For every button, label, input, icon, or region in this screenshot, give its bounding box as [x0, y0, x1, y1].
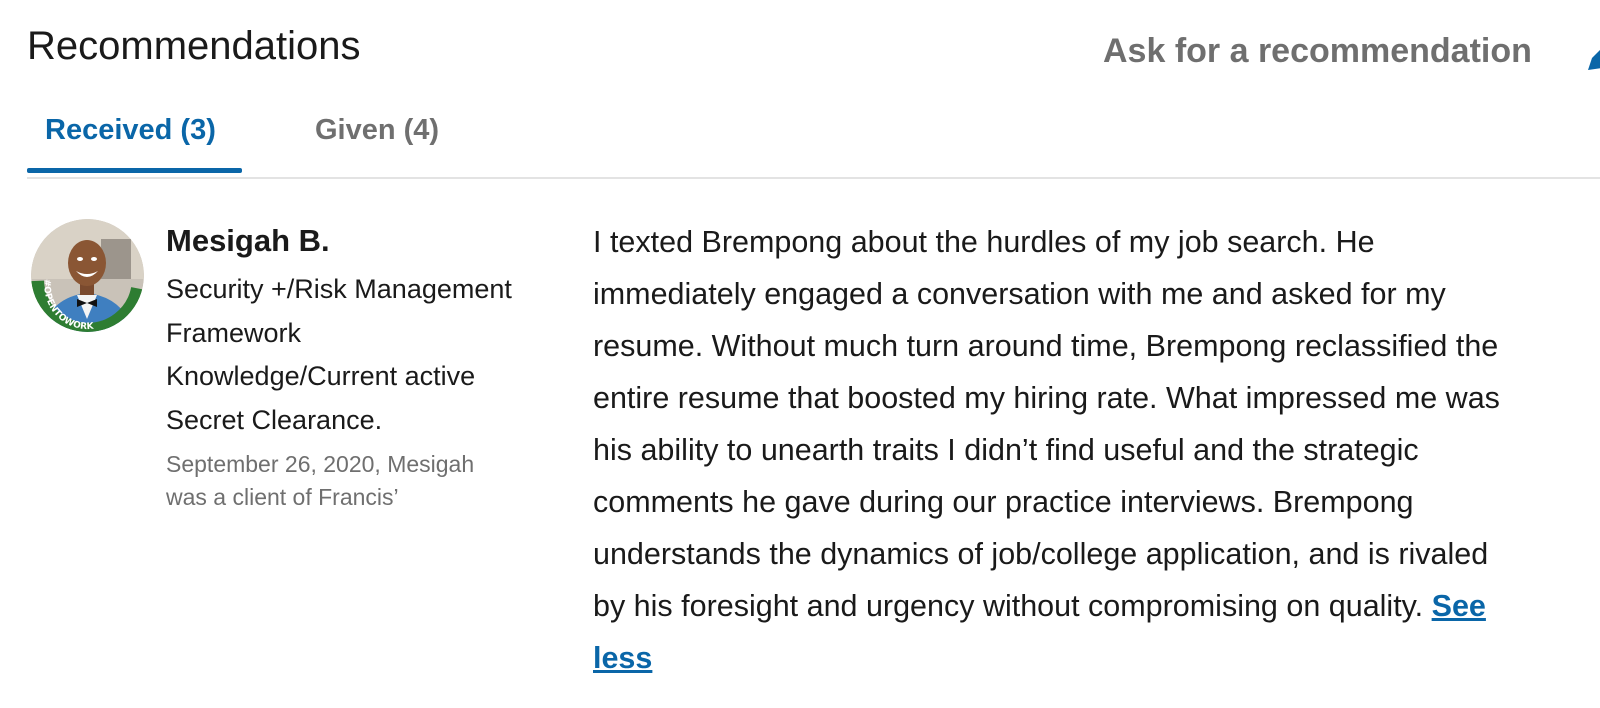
meta-line: September 26, 2020, Mesigah: [166, 451, 475, 477]
recommendation-text-line: understands the dynamics of job/college …: [593, 537, 1489, 571]
recommender-name[interactable]: Mesigah B.: [166, 221, 330, 261]
headline-line: Framework: [166, 317, 302, 348]
recommender-headline: Security +/Risk Management Framework Kno…: [166, 268, 566, 442]
avatar[interactable]: #OPENTOWORK: [31, 219, 144, 332]
headline-line: Secret Clearance.: [166, 404, 383, 435]
recommendation-text-line: resume. Without much turn around time, B…: [593, 329, 1499, 363]
pencil-icon[interactable]: [1584, 36, 1600, 76]
ask-for-recommendation-link[interactable]: Ask for a recommendation: [1103, 30, 1532, 72]
headline-line: Knowledge/Current active: [166, 361, 476, 391]
see-less-link[interactable]: See: [1432, 589, 1486, 623]
see-less-link[interactable]: less: [593, 641, 652, 675]
meta-line: was a client of Francis’: [166, 484, 399, 510]
recommendation-meta: September 26, 2020, Mesigah was a client…: [166, 448, 566, 514]
see-less-link-wrap: less: [593, 632, 1600, 684]
recommendation-text-line: his ability to unearth traits I didn’t f…: [593, 433, 1419, 467]
section-title: Recommendations: [27, 24, 361, 68]
tabs-divider: [27, 177, 1600, 179]
recommendation-text-last-line: by his foresight and urgency without com…: [593, 580, 1600, 632]
tab-received[interactable]: Received (3): [45, 112, 216, 148]
tab-given[interactable]: Given (4): [315, 112, 439, 148]
recommendation-tabs: Received (3) Given (4): [27, 100, 1600, 178]
recommendation-text-line: entire resume that boosted my hiring rat…: [593, 381, 1500, 415]
recommendation-text-line: comments he gave during our practice int…: [593, 485, 1414, 519]
recommendation-text: I texted Brempong about the hurdles of m…: [593, 216, 1600, 684]
headline-line: Security +/Risk Management: [166, 274, 512, 304]
recommendation-text-line: I texted Brempong about the hurdles of m…: [593, 225, 1375, 259]
recommendation-text-line: immediately engaged a conversation with …: [593, 277, 1446, 311]
avatar-image: #OPENTOWORK: [31, 219, 144, 332]
recommendation-text-line: by his foresight and urgency without com…: [593, 589, 1432, 623]
active-tab-indicator: [27, 168, 242, 173]
